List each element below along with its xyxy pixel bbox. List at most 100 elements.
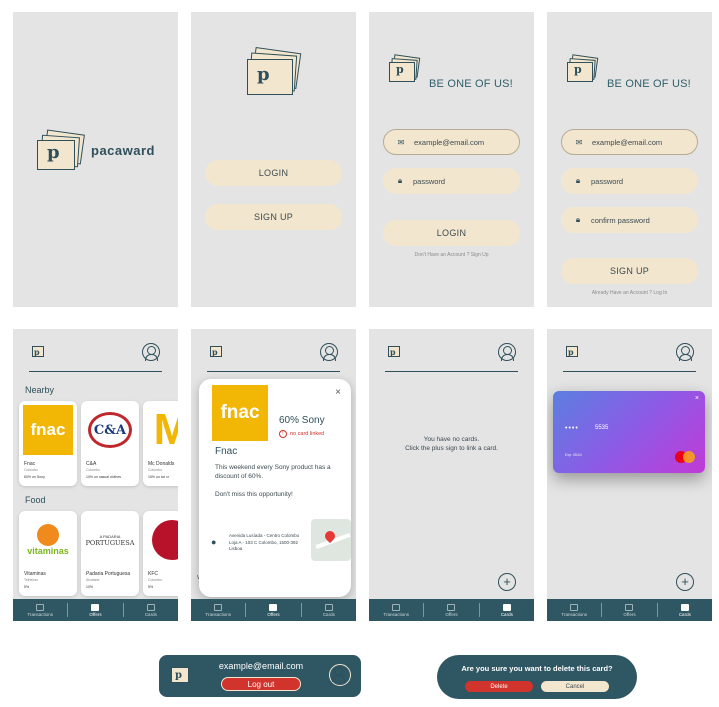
tab-offers[interactable]: Offers [424,599,478,621]
tab-bar: Transactions Offers Cards [13,599,178,621]
profile-icon[interactable] [676,343,694,361]
store-address: Avenida Lusíada - Centro Colombo Loja A … [229,533,300,551]
offer-card-fnac[interactable]: fnac Fnac Colombo 60% on Sony [19,401,77,486]
cancel-button[interactable]: Cancel [541,681,609,692]
empty-cards-message: You have no cards. Click the plus sign t… [405,436,498,452]
email-field[interactable]: ✉ example@email.com [561,129,698,155]
offer-card-vitaminas[interactable]: vitaminas Vitaminas Telheiras 5% [19,511,77,596]
top-bar: p [369,329,534,373]
email-field[interactable]: ✉ example@email.com [383,129,520,155]
pacaward-logo: p [31,345,45,359]
tab-transactions[interactable]: Transactions [547,599,601,621]
offer-name: Padaria Portuguesa [86,571,131,577]
password-placeholder: password [413,176,446,186]
tab-cards[interactable]: Cards [480,599,534,621]
lock-icon: 🔒︎ [575,215,581,224]
store-name: Fnac [215,446,238,457]
card-last-digits: 5535 [595,425,609,431]
tab-transactions[interactable]: Transactions [191,599,245,621]
offer-card-mcdonalds[interactable]: M Mc Donalds Colombo 15% on ice cr [143,401,178,486]
tag-icon [91,603,100,611]
add-card-button[interactable]: + [498,573,516,591]
tab-cards[interactable]: Cards [302,599,356,621]
offer-deal: 10% on casual clothes [86,475,122,479]
login-submit-button[interactable]: LOGIN [383,220,520,246]
pacaward-logo: p [565,345,579,359]
signup-link[interactable]: Don't Have an Account ? Sign Up [369,252,534,258]
login-link[interactable]: Already Have an Account ? Log In [547,290,712,296]
pacaward-logo: p [169,665,191,687]
map-thumbnail[interactable] [311,519,351,561]
section-nearby: Nearby [25,385,55,395]
offer-name: Fnac [24,461,36,467]
signup-submit-button[interactable]: SIGN UP [561,258,698,284]
delete-card-dialog: Are you sure you want to delete this car… [437,655,637,699]
pacaward-logo: p [245,46,302,106]
password-field[interactable]: 🔒︎ password [561,168,698,194]
password-field[interactable]: 🔒︎ password [383,168,520,194]
section-food: Food [25,495,46,505]
card-icon [146,603,155,611]
email-placeholder: example@email.com [414,137,485,147]
mcdonalds-logo: M [153,405,178,454]
tab-bar: Transactions Offers Cards [191,599,356,621]
tab-cards[interactable]: Cards [658,599,712,621]
delete-button[interactable]: Delete [465,681,533,692]
tab-transactions[interactable]: Transactions [369,599,423,621]
top-bar: p [13,329,178,373]
signup-button[interactable]: SIGN UP [205,204,342,230]
transactions-icon [214,603,223,611]
profile-icon[interactable] [142,343,160,361]
tab-offers[interactable]: Offers [602,599,656,621]
tag-icon [625,603,634,611]
tab-offers[interactable]: Offers [246,599,300,621]
offer-city: Colombo [148,468,163,472]
tab-cards[interactable]: Cards [124,599,178,621]
signup-heading: BE ONE OF US! [607,78,691,90]
top-bar: p [191,329,356,373]
card-icon [680,603,689,611]
add-card-button[interactable]: + [676,573,694,591]
tab-transactions[interactable]: Transactions [13,599,67,621]
tab-bar: Transactions Offers Cards [547,599,712,621]
fnac-logo: fnac [23,405,73,455]
close-icon[interactable]: × [335,387,341,398]
tab-offers[interactable]: Offers [68,599,122,621]
lock-icon: 🔒︎ [575,176,581,185]
kfc-logo [147,515,178,565]
offer-card-kfc[interactable]: KFC Colombo 5% [143,511,178,596]
delete-question: Are you sure you want to delete this car… [461,664,613,673]
offer-deal: 60% on Sony [24,475,45,479]
tab-bar: Transactions Offers Cards [369,599,534,621]
confirm-password-field[interactable]: 🔒︎ confirm password [561,207,698,233]
offer-name: KFC [148,571,158,577]
login-heading: BE ONE OF US! [429,78,513,90]
offer-card-padaria[interactable]: A PADARIA PORTUGUESA Padaria Portuguesa A… [81,511,139,596]
profile-icon[interactable] [329,664,351,686]
top-bar: p [547,329,712,373]
offer-deal: 5% [24,585,30,589]
cards-screen: p × •••• 5535 Exp: 05/24 + Transactions … [547,329,712,621]
offer-deal: 15% on ice cr [148,475,170,479]
offers-screen: p Nearby fnac Fnac Colombo 60% on Sony C… [13,329,178,621]
offer-city: Alvalade [86,578,100,582]
close-icon[interactable]: × [695,395,699,402]
offer-card-cna[interactable]: C&A C&A Colombo 10% on casual clothes [81,401,139,486]
mail-icon: ✉ [397,137,405,147]
pacaward-logo: p [209,345,223,359]
fnac-logo: fnac [212,385,268,441]
profile-icon[interactable] [320,343,338,361]
card-expiry: Exp: 05/24 [565,453,582,457]
offer-detail-screen: p Vitaminas Padaria Portuguesa KFC fnac … [191,329,356,621]
pacaward-logo: p [35,129,85,182]
pacaward-logo: p [387,345,401,359]
credit-card[interactable]: × •••• 5535 Exp: 05/24 [553,391,705,473]
location-icon: ● [211,537,217,547]
logout-button[interactable]: Log out [221,677,301,691]
login-button[interactable]: LOGIN [205,160,342,186]
cna-logo: C&A [85,405,135,455]
profile-icon[interactable] [498,343,516,361]
lock-icon: 🔒︎ [397,176,403,185]
padaria-logo: A PADARIA PORTUGUESA [85,533,135,547]
transactions-icon [36,603,45,611]
